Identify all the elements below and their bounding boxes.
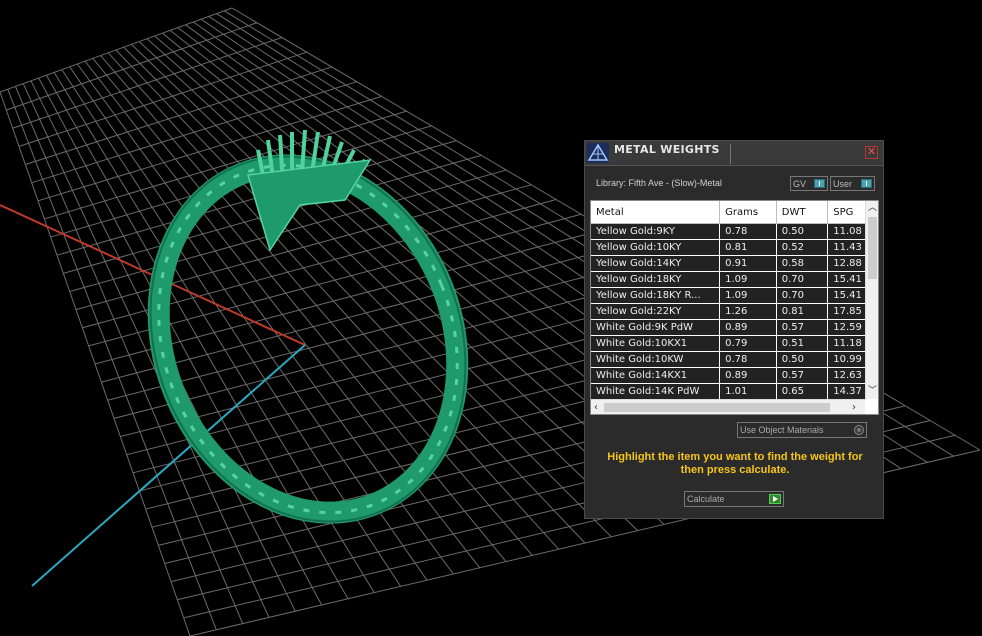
grams-cell: 0.89 — [719, 367, 777, 384]
use-object-materials-label: Use Object Materials — [740, 425, 824, 435]
grid-line — [84, 60, 481, 569]
dwt-cell: 0.65 — [776, 383, 829, 400]
table-row[interactable]: White Gold:10KW 0.78 0.50 10.99 — [591, 351, 878, 368]
grams-cell: 0.81 — [719, 239, 777, 256]
metal-cell: Yellow Gold:10KY — [591, 239, 721, 256]
dwt-cell: 0.51 — [776, 335, 829, 352]
gv-toggle[interactable]: GV — [790, 176, 828, 191]
close-icon: ✕ — [866, 145, 877, 158]
metal-cell: Yellow Gold:9KY — [591, 223, 721, 240]
gv-toggle-label: GV — [793, 179, 807, 189]
dwt-cell: 0.52 — [776, 239, 829, 256]
play-arrow-icon[interactable] — [769, 494, 781, 504]
table-row[interactable]: Yellow Gold:10KY 0.81 0.52 11.43 — [591, 239, 878, 256]
metal-cell: Yellow Gold:22KY — [591, 303, 721, 320]
grams-cell: 1.09 — [719, 287, 777, 304]
table-row[interactable]: White Gold:10KX1 0.79 0.51 11.18 — [591, 335, 878, 352]
library-label: Library: Fifth Ave - (Slow)-Metal — [596, 178, 722, 188]
dwt-cell: 0.70 — [776, 271, 829, 288]
metal-cell: Yellow Gold:14KY — [591, 255, 721, 272]
user-toggle-label: User — [833, 179, 853, 189]
panel-title: METAL WEIGHTS — [614, 143, 720, 156]
metal-cell: Yellow Gold:18KY R... — [591, 287, 721, 304]
horizontal-scroll-thumb[interactable] — [604, 403, 830, 412]
grid-line — [115, 49, 586, 544]
panel-titlebar[interactable]: METAL WEIGHTS ✕ — [585, 141, 883, 166]
column-header-grams[interactable]: Grams — [719, 201, 777, 224]
dwt-cell: 0.50 — [776, 223, 829, 240]
grams-cell: 0.79 — [719, 335, 777, 352]
chevron-down-icon[interactable]: ﹀ — [868, 386, 877, 396]
metal-cell: Yellow Gold:18KY — [591, 271, 721, 288]
dwt-cell: 0.57 — [776, 319, 829, 336]
grams-cell: 1.01 — [719, 383, 777, 400]
use-object-materials-toggle[interactable]: Use Object Materials — [737, 422, 867, 438]
table-header-row: Metal Grams DWT SPG — [591, 201, 878, 224]
column-header-dwt[interactable]: DWT — [776, 201, 829, 224]
vertical-scroll-thumb[interactable] — [868, 217, 877, 279]
radio-icon[interactable] — [854, 425, 864, 435]
close-button[interactable]: ✕ — [865, 146, 878, 159]
user-toggle[interactable]: User — [830, 176, 875, 191]
metal-cell: White Gold:10KW — [591, 351, 721, 368]
table-row[interactable]: Yellow Gold:9KY 0.78 0.50 11.08 — [591, 223, 878, 240]
vertical-scrollbar[interactable]: ︿ ﹀ — [865, 201, 878, 399]
chevron-up-icon[interactable]: ︿ — [868, 203, 877, 213]
dwt-cell: 0.70 — [776, 287, 829, 304]
grams-cell: 1.26 — [719, 303, 777, 320]
grid-line — [101, 243, 632, 383]
metal-table[interactable]: Metal Grams DWT SPG Yellow Gold:9KY 0.78 0… — [590, 200, 879, 415]
table-row[interactable]: White Gold:9K PdW 0.89 0.57 12.59 — [591, 319, 878, 336]
chevron-left-icon[interactable]: ‹ — [594, 402, 598, 413]
table-row[interactable]: Yellow Gold:18KY 1.09 0.70 15.41 — [591, 271, 878, 288]
dwt-cell: 0.50 — [776, 351, 829, 368]
grams-cell: 0.91 — [719, 255, 777, 272]
chevron-right-icon[interactable]: › — [852, 402, 856, 413]
grid-line — [107, 257, 656, 401]
table-row[interactable]: White Gold:14KX1 0.89 0.57 12.63 — [591, 367, 878, 384]
grams-cell: 0.89 — [719, 319, 777, 336]
grams-cell: 0.78 — [719, 223, 777, 240]
metal-cell: White Gold:10KX1 — [591, 335, 721, 352]
table-row[interactable]: White Gold:14K PdW 1.01 0.65 14.37 — [591, 383, 878, 400]
table-row[interactable]: Yellow Gold:18KY R... 1.09 0.70 15.41 — [591, 287, 878, 304]
dwt-cell: 0.81 — [776, 303, 829, 320]
dwt-cell: 0.57 — [776, 367, 829, 384]
grid-line — [15, 86, 244, 624]
horizontal-scrollbar[interactable]: ‹ › — [591, 399, 865, 414]
instruction-text: Highlight the item you want to find the … — [607, 451, 863, 476]
calculate-label: Calculate — [687, 494, 725, 504]
dwt-cell: 0.58 — [776, 255, 829, 272]
table-row[interactable]: Yellow Gold:14KY 0.91 0.58 12.88 — [591, 255, 878, 272]
metal-cell: White Gold:14K PdW — [591, 383, 721, 400]
grams-cell: 1.09 — [719, 271, 777, 288]
toggle-switch-icon — [814, 179, 825, 188]
metal-cell: White Gold:14KX1 — [591, 367, 721, 384]
metal-table-grid: Metal Grams DWT SPG Yellow Gold:9KY 0.78 0… — [591, 201, 878, 400]
grid-line — [22, 83, 270, 618]
table-row[interactable]: Yellow Gold:22KY 1.26 0.81 17.85 — [591, 303, 878, 320]
metal-weights-panel: METAL WEIGHTS ✕ Library: Fifth Ave - (Sl… — [584, 140, 884, 519]
title-divider — [730, 144, 731, 164]
metal-cell: White Gold:9K PdW — [591, 319, 721, 336]
pyramid-logo-icon — [587, 143, 609, 163]
grams-cell: 0.78 — [719, 351, 777, 368]
toggle-switch-icon — [861, 179, 872, 188]
calculate-button[interactable]: Calculate — [684, 491, 784, 507]
column-header-metal[interactable]: Metal — [591, 201, 721, 224]
